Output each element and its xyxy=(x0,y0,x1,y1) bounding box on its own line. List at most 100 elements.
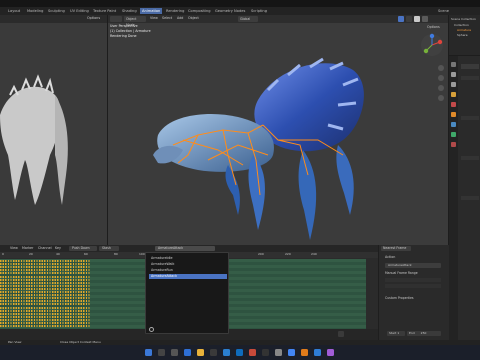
keyframe-row[interactable] xyxy=(0,309,90,312)
chrome-icon[interactable] xyxy=(288,349,295,356)
scene-selector[interactable]: Scene xyxy=(438,9,449,13)
app-icon[interactable] xyxy=(275,349,282,356)
search-icon[interactable] xyxy=(149,327,154,332)
keyframe-row[interactable] xyxy=(0,284,90,287)
keyframe-row[interactable] xyxy=(0,303,90,306)
edge-icon[interactable] xyxy=(184,349,191,356)
tab-compositing[interactable]: Compositing xyxy=(188,9,211,13)
pan-hand-icon[interactable] xyxy=(438,75,444,81)
mode-select[interactable]: Object Mode xyxy=(124,16,146,27)
menu-add[interactable]: Add xyxy=(177,16,183,20)
menu-view[interactable]: View xyxy=(150,16,158,20)
options-button[interactable]: Options xyxy=(427,25,440,29)
action-section-header[interactable]: Action xyxy=(385,255,395,259)
keyframes[interactable] xyxy=(0,259,90,329)
frame-range-field[interactable] xyxy=(385,284,441,288)
push-down-button[interactable]: Push Down xyxy=(69,245,97,251)
keyframe-row[interactable] xyxy=(0,278,90,281)
main-3d-viewport[interactable]: Object Mode View Select Add Object Globa… xyxy=(108,15,448,245)
output-icon[interactable] xyxy=(451,82,456,87)
keyframe-row[interactable] xyxy=(0,275,90,278)
app-icon[interactable] xyxy=(249,349,256,356)
tab-rendering[interactable]: Rendering xyxy=(166,9,184,13)
tool-icon[interactable] xyxy=(451,62,456,67)
file-explorer-icon[interactable] xyxy=(197,349,204,356)
app-icon[interactable] xyxy=(236,349,243,356)
tab-modeling[interactable]: Modeling xyxy=(27,9,43,13)
outliner-item-collection[interactable]: Collection xyxy=(454,24,469,27)
task-view-icon[interactable] xyxy=(171,349,178,356)
editor-type-button[interactable] xyxy=(110,16,122,22)
keyframe-row[interactable] xyxy=(0,294,90,297)
frame-start-field[interactable]: Start 1 xyxy=(387,331,405,336)
scene-icon[interactable] xyxy=(451,92,456,97)
outliner-panel[interactable]: Scene Collection Collection Armature Sph… xyxy=(449,15,480,55)
tab-sculpting[interactable]: Sculpting xyxy=(48,9,65,13)
camera-viewport[interactable]: Options xyxy=(0,15,107,245)
rendered-shading-button[interactable] xyxy=(422,16,428,22)
menu-view[interactable]: View xyxy=(10,246,18,250)
camera-view-icon[interactable] xyxy=(438,85,444,91)
menu-marker[interactable]: Marker xyxy=(22,246,33,250)
keyframe-row[interactable] xyxy=(0,281,90,284)
object-icon[interactable] xyxy=(451,112,456,117)
keyframe-row[interactable] xyxy=(0,325,90,328)
action-item-idle[interactable]: ArmatureIdle xyxy=(149,256,227,261)
stash-button[interactable]: Stash xyxy=(99,245,119,251)
keyframe-row[interactable] xyxy=(0,272,90,275)
overlay-toggle[interactable] xyxy=(398,16,404,22)
keyframe-row[interactable] xyxy=(0,266,90,269)
menu-channel[interactable]: Channel xyxy=(38,246,52,250)
keyframe-row[interactable] xyxy=(0,306,90,309)
keyframe-row[interactable] xyxy=(0,263,90,266)
keyframe-row[interactable] xyxy=(0,300,90,303)
action-item-run[interactable]: ArmatureRun xyxy=(149,268,227,273)
manual-frame-range-checkbox[interactable]: Manual Frame Range xyxy=(385,271,418,275)
app-icon[interactable] xyxy=(327,349,334,356)
app-icon[interactable] xyxy=(314,349,321,356)
action-name-field[interactable]: ArmatureAttack xyxy=(385,263,441,268)
keyframe-row[interactable] xyxy=(0,297,90,300)
tab-scripting[interactable]: Scripting xyxy=(251,9,267,13)
armature-data-icon[interactable] xyxy=(451,132,456,137)
menu-object[interactable]: Object xyxy=(188,16,199,20)
keyframe-row[interactable] xyxy=(0,318,90,321)
navigation-gizmo[interactable] xyxy=(420,33,444,57)
options-button[interactable]: Options xyxy=(87,16,100,20)
menu-key[interactable]: Key xyxy=(55,246,61,250)
tab-layout[interactable]: Layout xyxy=(8,9,20,13)
action-dropdown-menu[interactable]: ArmatureIdle ArmatureWalk ArmatureRun Ar… xyxy=(145,252,229,334)
constraint-icon[interactable] xyxy=(451,142,456,147)
tab-texture-paint[interactable]: Texture Paint xyxy=(93,9,116,13)
action-select[interactable]: ArmatureAttack xyxy=(155,245,215,251)
properties-field[interactable] xyxy=(461,64,479,69)
properties-field[interactable] xyxy=(461,116,479,120)
world-icon[interactable] xyxy=(451,102,456,107)
tab-animation[interactable]: Animation xyxy=(140,8,163,14)
frame-range-field[interactable] xyxy=(385,278,441,282)
outliner-item-armature[interactable]: Armature xyxy=(457,29,471,32)
keyframe-row[interactable] xyxy=(0,312,90,315)
outliner-item-sphere[interactable]: Sphere xyxy=(457,34,468,37)
properties-field[interactable] xyxy=(461,156,479,160)
render-icon[interactable] xyxy=(451,72,456,77)
keyframe-row[interactable] xyxy=(0,315,90,318)
outliner-root[interactable]: Scene Collection xyxy=(451,18,476,21)
keyframe-row[interactable] xyxy=(0,287,90,290)
tab-uv-editing[interactable]: UV Editing xyxy=(70,9,89,13)
properties-field[interactable] xyxy=(461,76,479,80)
menu-select[interactable]: Select xyxy=(162,16,172,20)
tab-geometry-nodes[interactable]: Geometry Nodes xyxy=(215,9,245,13)
custom-properties-header[interactable]: Custom Properties xyxy=(385,296,413,300)
mail-icon[interactable] xyxy=(223,349,230,356)
play-icon[interactable] xyxy=(338,331,344,337)
snap-select[interactable]: Nearest Frame xyxy=(381,245,411,251)
action-item-walk[interactable]: ArmatureWalk xyxy=(149,262,227,267)
action-side-panel[interactable]: Nearest Frame Action ArmatureAttack Manu… xyxy=(378,245,449,340)
keyframe-row[interactable] xyxy=(0,291,90,293)
search-icon[interactable] xyxy=(158,349,165,356)
keyframe-row[interactable] xyxy=(0,260,90,262)
keyframe-row[interactable] xyxy=(0,322,90,324)
store-icon[interactable] xyxy=(210,349,217,356)
app-icon[interactable] xyxy=(262,349,269,356)
